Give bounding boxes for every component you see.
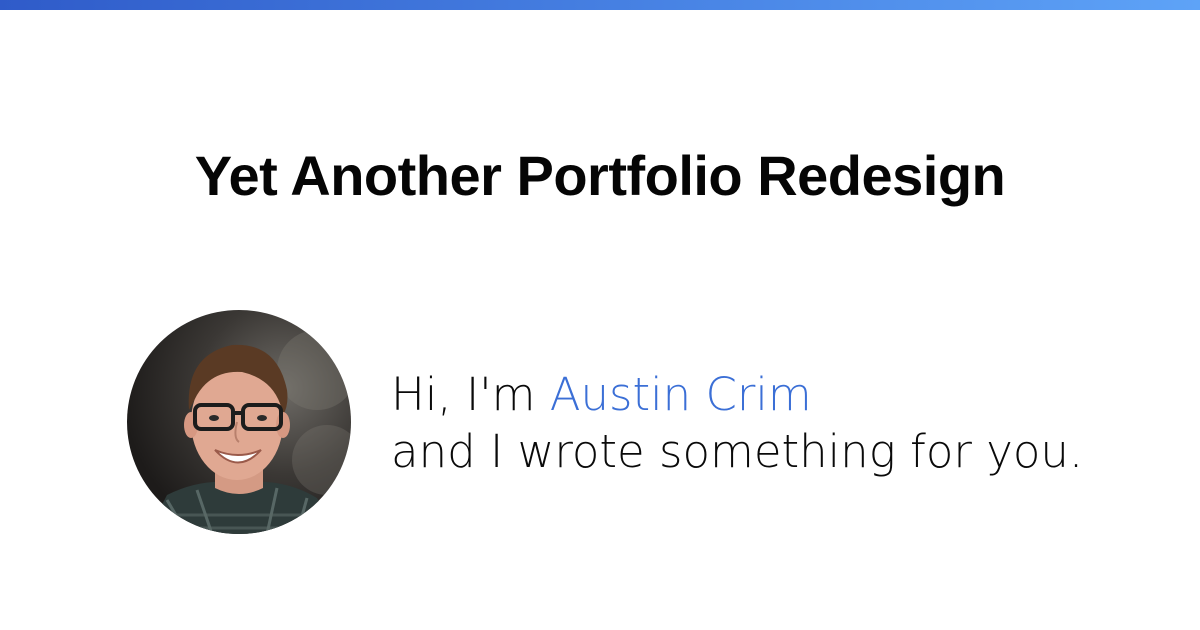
page-title: Yet Another Portfolio Redesign (194, 144, 1006, 207)
intro-text: Hi, I'm Austin Crim and I wrote somethin… (391, 366, 1083, 480)
greeting-text: Hi, I'm (391, 368, 550, 421)
intro-line-1: Hi, I'm Austin Crim (391, 366, 1083, 423)
author-name: Austin Crim (549, 368, 812, 421)
avatar (127, 310, 351, 534)
top-accent-bar (0, 0, 1200, 10)
portrait-photo (147, 330, 351, 534)
intro-line-2: and I wrote something for you. (391, 425, 1084, 478)
